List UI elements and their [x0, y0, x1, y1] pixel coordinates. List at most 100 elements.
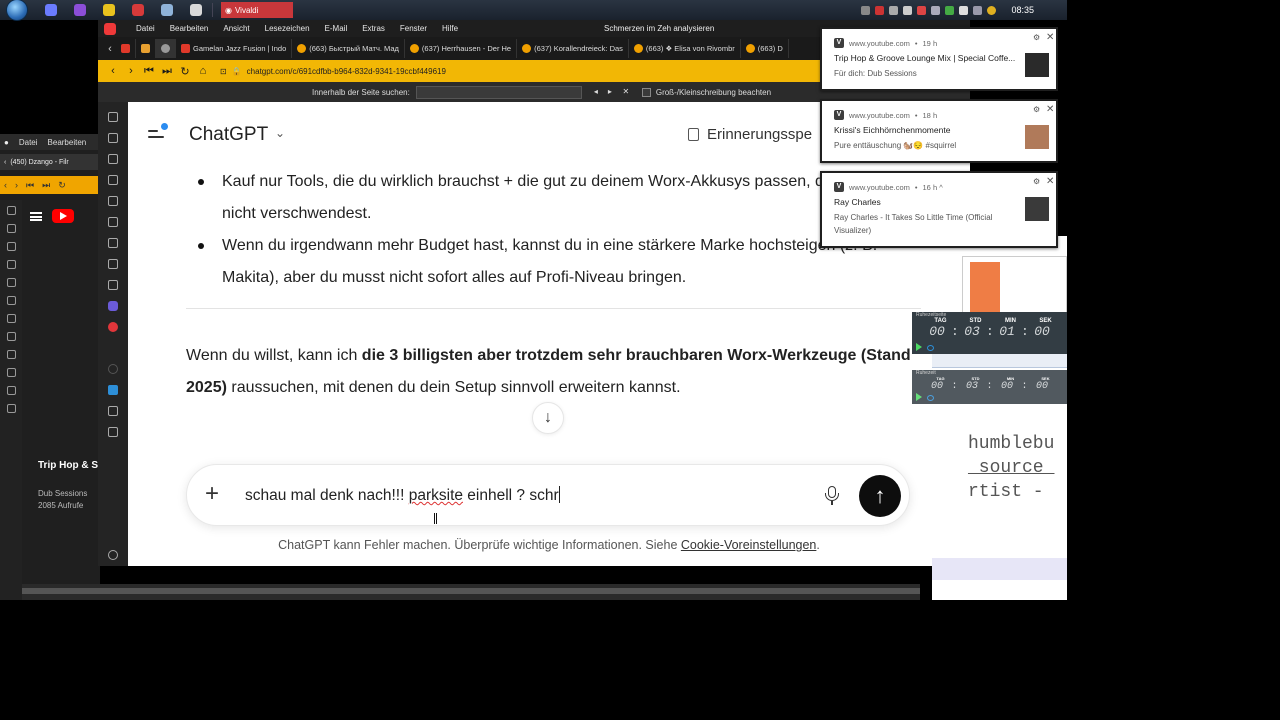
- loop-icon[interactable]: [927, 395, 934, 401]
- forward-icon[interactable]: ›: [15, 180, 18, 190]
- reader-icon[interactable]: [6, 224, 16, 233]
- bg-tab[interactable]: ‹ (450) Dzango - Filr: [0, 154, 100, 170]
- tab-herrhausen[interactable]: (637) Herrhausen - Der He: [405, 39, 518, 58]
- play-icon[interactable]: [916, 393, 922, 401]
- tab-gamelan[interactable]: Gamelan Jazz Fusion | Indo: [176, 39, 293, 58]
- tray-icon[interactable]: [861, 5, 871, 15]
- model-selector[interactable]: ChatGPT: [189, 124, 268, 146]
- notification-card[interactable]: V www.youtube.com • 19 h ⚙ ✕ Trip Hop & …: [820, 27, 1058, 91]
- notification-settings-icon[interactable]: ⚙: [1033, 177, 1040, 186]
- notification-card[interactable]: V www.youtube.com • 18 h ⚙ ✕ Krissi's Ei…: [820, 99, 1058, 163]
- tab-elisa[interactable]: (663) ❖ Elisa von Rivombr: [629, 39, 741, 58]
- bg-menu-item[interactable]: Bearbeiten: [48, 138, 87, 147]
- tab-korallendreieck[interactable]: (637) Korallendreieck: Das: [517, 39, 629, 58]
- vivaldi-icon[interactable]: [104, 22, 116, 35]
- close-icon[interactable]: ‹: [4, 159, 6, 166]
- lock-icon[interactable]: 🔒: [232, 67, 242, 76]
- calendar-icon[interactable]: [6, 350, 16, 359]
- video-title[interactable]: Trip Hop & Selections: [38, 459, 100, 472]
- app-icon[interactable]: [74, 4, 86, 16]
- send-button[interactable]: ↑: [859, 475, 901, 517]
- start-button[interactable]: [6, 0, 28, 21]
- notification-settings-icon[interactable]: ⚙: [1033, 33, 1040, 42]
- url-field[interactable]: ⊡ 🔒 chatgpt.com/c/691cdfbb-b964-832d-934…: [220, 63, 750, 79]
- menu-email[interactable]: E-Mail: [325, 24, 348, 33]
- bg-menu-item[interactable]: Datei: [19, 138, 38, 147]
- notification-close-icon[interactable]: ✕: [1046, 176, 1054, 187]
- bookmarks-panel-icon[interactable]: [108, 112, 118, 122]
- add-attachment-icon[interactable]: +: [205, 480, 219, 508]
- tray-icon[interactable]: [931, 5, 941, 15]
- app-icon[interactable]: [161, 4, 173, 16]
- page-icon[interactable]: [108, 406, 118, 416]
- mastodon-icon[interactable]: [108, 301, 118, 311]
- app-icon[interactable]: [45, 4, 57, 16]
- settings-gear-icon[interactable]: [108, 550, 118, 560]
- app-icon[interactable]: [132, 4, 144, 16]
- mail-icon[interactable]: [6, 332, 16, 341]
- settings-icon[interactable]: [6, 404, 16, 413]
- prompt-composer[interactable]: + schau mal denk nach!!! parksite einhel…: [186, 464, 910, 526]
- notification-card[interactable]: V www.youtube.com • 16 h ^ ⚙ ✕ Ray Charl…: [820, 171, 1058, 248]
- tab-active[interactable]: [156, 39, 176, 58]
- translate-icon[interactable]: [108, 238, 118, 248]
- translate-icon[interactable]: [6, 314, 16, 323]
- tray-icon[interactable]: [917, 5, 927, 15]
- sidebar-toggle-icon[interactable]: [148, 123, 168, 139]
- app-icon[interactable]: [103, 4, 115, 16]
- scroll-down-button[interactable]: ↓: [532, 402, 564, 434]
- rewind-icon[interactable]: ⏮: [26, 180, 34, 191]
- tray-icon[interactable]: [987, 5, 997, 15]
- window-panel-icon[interactable]: [108, 217, 118, 227]
- mail-icon[interactable]: [108, 259, 118, 269]
- bookmark-icon[interactable]: [6, 206, 16, 215]
- hamburger-icon[interactable]: [30, 211, 42, 221]
- find-previous-icon[interactable]: ◂: [590, 86, 602, 98]
- horizontal-scrollbar[interactable]: [22, 588, 920, 594]
- add-panel-icon[interactable]: [108, 427, 118, 437]
- notification-close-icon[interactable]: ✕: [1046, 104, 1054, 115]
- home-icon[interactable]: ⌂: [194, 63, 212, 79]
- notification-settings-icon[interactable]: ⚙: [1033, 105, 1040, 114]
- notification-close-icon[interactable]: ✕: [1046, 32, 1054, 43]
- notes-icon[interactable]: [108, 196, 118, 206]
- feeds-icon[interactable]: [6, 386, 16, 395]
- window-icon[interactable]: [6, 296, 16, 305]
- microphone-icon[interactable]: [825, 486, 839, 506]
- case-sensitive-checkbox[interactable]: [641, 87, 651, 97]
- fast-forward-icon[interactable]: ⏭: [158, 63, 176, 79]
- vivaldi-social-icon[interactable]: [108, 322, 118, 332]
- chevron-down-icon[interactable]: ⌄: [275, 126, 285, 140]
- taskbar-vivaldi-button[interactable]: ◉ Vivaldi: [221, 2, 293, 18]
- forward-icon[interactable]: ›: [122, 63, 140, 79]
- tray-icon[interactable]: [889, 5, 899, 15]
- loop-icon[interactable]: [927, 345, 934, 351]
- downloads-icon[interactable]: [108, 154, 118, 164]
- mute-icon[interactable]: [875, 5, 885, 15]
- reload-icon[interactable]: ↻: [176, 63, 194, 79]
- cookie-settings-link[interactable]: Cookie-Voreinstellungen: [681, 538, 817, 552]
- reading-list-icon[interactable]: [108, 133, 118, 143]
- fast-forward-icon[interactable]: ⏭: [42, 180, 50, 191]
- tray-icon[interactable]: [959, 5, 969, 15]
- history-icon[interactable]: [6, 260, 16, 269]
- app-icon[interactable]: [190, 4, 202, 16]
- menu-fenster[interactable]: Fenster: [400, 24, 427, 33]
- tab-match[interactable]: (663) Быстрый Матч. Мад: [292, 39, 405, 58]
- menu-datei[interactable]: Datei: [136, 24, 155, 33]
- panel-icon[interactable]: [108, 364, 118, 374]
- download-icon[interactable]: [6, 242, 16, 251]
- tasks-icon[interactable]: [108, 280, 118, 290]
- memory-button[interactable]: Erinnerungsspe: [688, 126, 812, 143]
- tray-icon[interactable]: [973, 5, 983, 15]
- menu-ansicht[interactable]: Ansicht: [223, 24, 249, 33]
- tab-speed[interactable]: [136, 39, 156, 58]
- notes-icon[interactable]: [6, 278, 16, 287]
- menu-hilfe[interactable]: Hilfe: [442, 24, 458, 33]
- find-close-icon[interactable]: ✕: [620, 86, 632, 98]
- back-icon[interactable]: ‹: [4, 180, 7, 190]
- history-icon[interactable]: [108, 175, 118, 185]
- prompt-input[interactable]: schau mal denk nach!!! parksite einhell …: [245, 486, 560, 505]
- menu-lesezeichen[interactable]: Lesezeichen: [265, 24, 310, 33]
- rewind-icon[interactable]: ⏮: [140, 63, 158, 79]
